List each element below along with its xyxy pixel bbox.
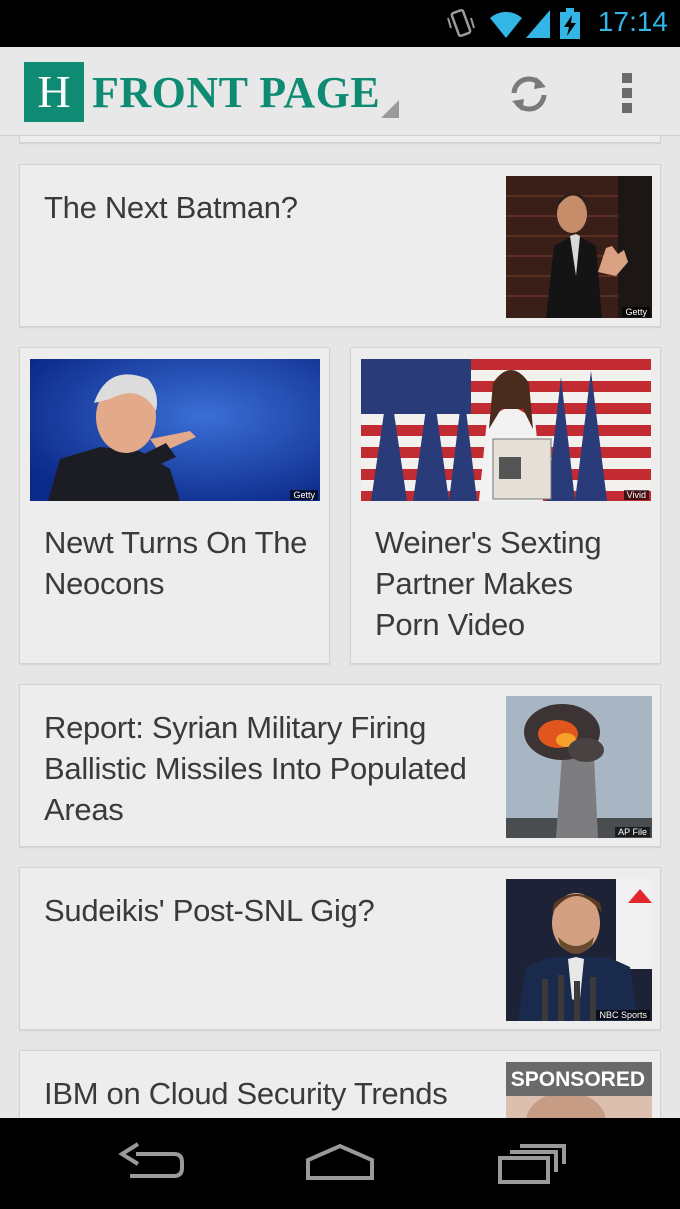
story-headline: Newt Turns On The Neocons	[44, 525, 308, 601]
story-card[interactable]: Report: Syrian Military Firing Ballistic…	[19, 684, 661, 847]
story-card[interactable]: The Next Batman? Getty	[19, 164, 661, 327]
photo-credit: NBC Sports	[596, 1010, 650, 1020]
story-card[interactable]: Getty Newt Turns On The Neocons	[19, 347, 330, 664]
story-thumbnail: Getty	[506, 176, 652, 318]
story-thumbnail: NBC Sports	[506, 879, 652, 1021]
story-card[interactable]: Sudeikis' Post-SNL Gig? NBC Sports	[19, 867, 661, 1030]
signal-icon	[526, 10, 550, 38]
dropdown-caret-icon	[381, 100, 399, 118]
story-headline: Report: Syrian Military Firing Ballistic…	[44, 710, 467, 827]
story-thumbnail: AP File	[506, 696, 652, 838]
status-time: 17:14	[597, 6, 668, 37]
battery-charging-icon	[560, 8, 580, 39]
story-thumbnail: Vivid	[361, 359, 651, 501]
recent-apps-icon[interactable]	[496, 1142, 566, 1184]
story-headline: Sudeikis' Post-SNL Gig?	[44, 893, 375, 928]
photo-credit: AP File	[615, 827, 650, 837]
story-card[interactable]: Vivid Weiner's Sexting Partner Makes Por…	[350, 347, 661, 664]
story-card-partial[interactable]	[19, 136, 661, 143]
vibrate-icon	[447, 8, 475, 38]
app-title-dropdown[interactable]: FRONT PAGE	[92, 65, 380, 121]
action-bar: H FRONT PAGE	[0, 47, 680, 136]
story-thumbnail: Getty	[30, 359, 320, 501]
status-bar: 17:14	[0, 0, 680, 47]
back-icon[interactable]	[116, 1142, 186, 1184]
photo-credit: Getty	[290, 490, 318, 500]
overflow-menu-icon[interactable]	[612, 69, 642, 117]
story-headline: Weiner's Sexting Partner Makes Porn Vide…	[375, 525, 602, 642]
story-card-sponsored[interactable]: IBM on Cloud Security Trends SPONSORED	[19, 1050, 661, 1118]
story-headline: IBM on Cloud Security Trends	[44, 1076, 448, 1111]
home-icon[interactable]	[304, 1142, 376, 1184]
story-headline: The Next Batman?	[44, 190, 298, 225]
photo-credit: Getty	[622, 307, 650, 317]
story-feed[interactable]: The Next Batman? Getty Getty Newt Turns …	[0, 136, 680, 1118]
wifi-icon	[490, 11, 522, 38]
refresh-icon[interactable]	[506, 71, 552, 117]
sponsored-badge: SPONSORED	[506, 1062, 652, 1096]
story-thumbnail: SPONSORED	[506, 1062, 652, 1118]
app-logo[interactable]: H	[24, 62, 84, 122]
photo-credit: Vivid	[623, 490, 649, 500]
system-nav-bar	[0, 1118, 680, 1209]
